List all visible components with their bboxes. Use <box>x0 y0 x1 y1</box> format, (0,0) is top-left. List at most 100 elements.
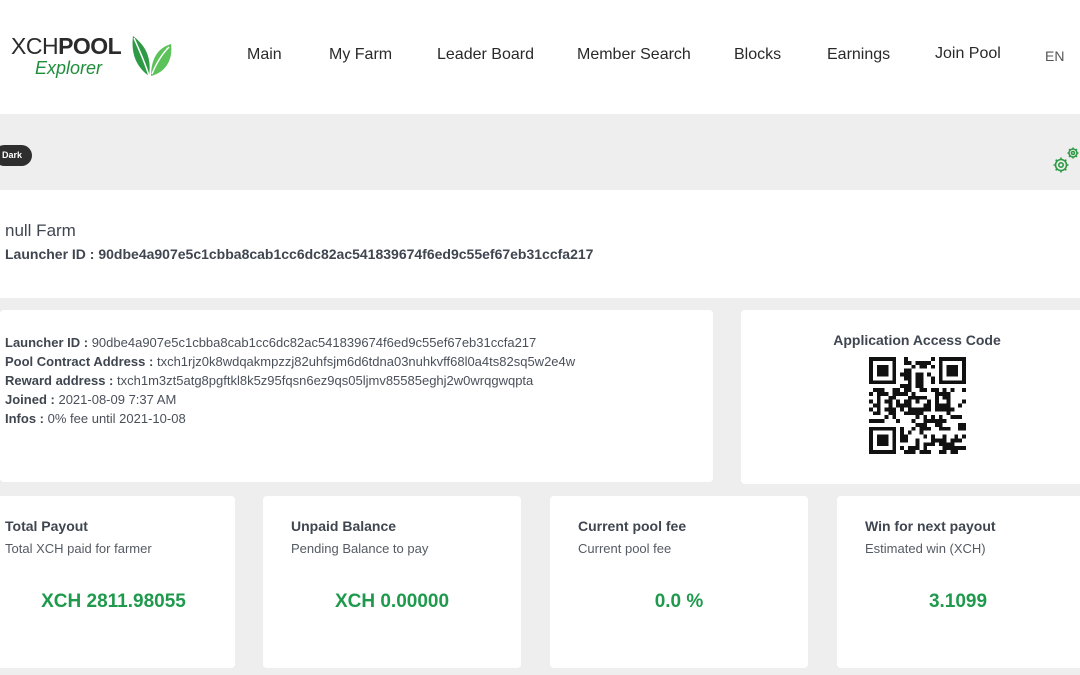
nav-earnings[interactable]: Earnings <box>827 46 890 64</box>
qr-module <box>958 357 963 361</box>
qr-module <box>892 446 897 451</box>
info-label: Reward address : <box>5 373 114 388</box>
qr-module <box>884 434 889 439</box>
launcher-id-value: 90dbe4a907e5c1cbba8cab1cc6dc82ac54183967… <box>98 246 594 262</box>
qr-module <box>938 442 943 447</box>
qr-module <box>950 372 955 377</box>
qr-module <box>907 376 912 381</box>
qr-module <box>962 376 966 381</box>
qr-module <box>931 419 935 423</box>
qr-module <box>911 411 916 416</box>
qr-module <box>950 442 955 447</box>
qr-module <box>900 426 904 431</box>
qr-module <box>919 450 924 454</box>
qr-module <box>915 360 920 365</box>
site-logo[interactable]: XCHPOOL Explorer <box>11 26 176 82</box>
qr-module <box>884 407 889 412</box>
qr-module <box>942 426 947 431</box>
qr-module <box>907 368 912 373</box>
qr-module <box>927 419 932 423</box>
qr-module <box>911 426 916 431</box>
qr-module <box>888 399 893 404</box>
qr-module <box>919 411 924 416</box>
nav-main[interactable]: Main <box>247 46 282 64</box>
qr-module <box>907 403 912 408</box>
qr-module <box>958 426 963 431</box>
qr-module <box>923 426 928 431</box>
qr-module <box>958 422 963 427</box>
qr-module <box>919 426 924 431</box>
qr-module <box>931 376 935 381</box>
qr-module <box>872 450 877 454</box>
qr-module <box>892 391 897 396</box>
qr-module <box>911 391 916 396</box>
stat-value: XCH 2811.98055 <box>41 591 186 612</box>
qr-module <box>950 407 955 412</box>
nav-leader-board[interactable]: Leader Board <box>437 46 534 64</box>
qr-module <box>927 403 932 408</box>
qr-module <box>934 391 939 396</box>
qr-module <box>911 364 916 369</box>
qr-module <box>919 395 924 400</box>
qr-module <box>934 388 939 392</box>
qr-module <box>892 364 897 369</box>
qr-module <box>934 395 939 400</box>
qr-module <box>884 368 889 373</box>
qr-module <box>880 372 885 377</box>
qr-module <box>946 364 951 369</box>
qr-module <box>942 446 947 451</box>
nav-my-farm[interactable]: My Farm <box>329 46 392 64</box>
qr-module <box>958 446 963 451</box>
nav-join-pool[interactable]: Join Pool <box>935 45 1001 63</box>
qr-module <box>962 360 966 365</box>
qr-module <box>923 446 928 451</box>
qr-module <box>911 395 916 400</box>
qr-module <box>923 415 928 420</box>
qr-module <box>892 415 897 420</box>
qr-module <box>872 403 877 408</box>
info-label: Launcher ID : <box>5 335 89 350</box>
qr-module <box>927 399 932 404</box>
qr-module <box>903 399 908 404</box>
nav-member-search[interactable]: Member Search <box>577 46 691 64</box>
qr-module <box>946 399 951 404</box>
qr-module <box>946 357 951 361</box>
qr-module <box>934 403 939 408</box>
qr-module <box>942 450 947 454</box>
qr-module <box>923 364 928 369</box>
qr-module <box>938 419 943 423</box>
qr-module <box>915 372 920 377</box>
qr-module <box>923 403 928 408</box>
qr-module <box>900 403 904 408</box>
qr-module <box>938 450 943 454</box>
qr-module <box>915 376 920 381</box>
logo-text-prefix: XCH <box>11 33 59 59</box>
qr-module <box>892 430 897 435</box>
qr-module <box>880 357 885 361</box>
language-selector[interactable]: EN <box>1045 48 1064 64</box>
qr-module <box>950 388 955 392</box>
nav-blocks[interactable]: Blocks <box>734 46 781 64</box>
qr-module <box>950 380 955 385</box>
qr-module <box>892 407 897 412</box>
stat-card-total-payout: Total Payout Total XCH paid for farmer X… <box>0 496 235 668</box>
qr-module <box>934 419 939 423</box>
qr-module <box>880 380 885 385</box>
qr-module <box>896 399 901 404</box>
qr-module <box>919 422 924 427</box>
qr-module <box>869 438 873 443</box>
qr-module <box>884 372 889 377</box>
qr-module <box>880 368 885 373</box>
qr-module <box>946 442 951 447</box>
qr-module <box>934 422 939 427</box>
qr-module <box>923 434 928 439</box>
gear-icon[interactable] <box>1049 144 1080 178</box>
info-label: Joined : <box>5 392 55 407</box>
qr-module <box>915 407 920 412</box>
qr-module <box>884 438 889 443</box>
qr-module <box>907 399 912 404</box>
qr-module <box>892 438 897 443</box>
qr-module <box>938 438 943 443</box>
qr-module <box>869 360 873 365</box>
dark-mode-toggle[interactable]: Dark <box>0 145 33 166</box>
